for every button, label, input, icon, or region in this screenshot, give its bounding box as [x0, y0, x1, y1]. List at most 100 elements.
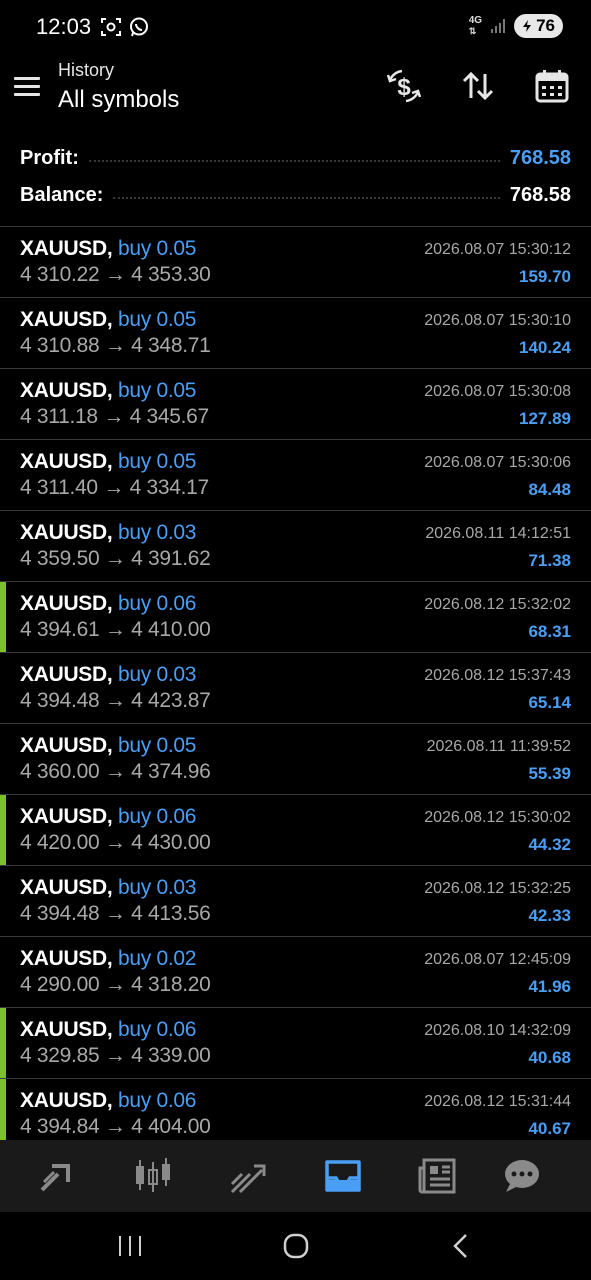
trade-prices: 4 290.00 → 4 318.20 [20, 973, 211, 997]
trade-row[interactable]: XAUUSD, buy 0.06 4 420.00 → 4 430.00 2026.… [0, 794, 591, 865]
trade-datetime: 2026.08.07 12:45:09 [424, 951, 571, 968]
trade-type: buy 0.05 [117, 450, 197, 473]
symbol-label: XAUUSD, [20, 450, 113, 473]
trade-row[interactable]: XAUUSD, buy 0.06 4 394.61 → 4 410.00 2026.… [0, 581, 591, 652]
trade-type: buy 0.06 [117, 592, 197, 615]
close-price: 4 353.30 [131, 263, 211, 286]
trade-profit: 140.24 [519, 338, 571, 357]
system-navigation-bar [0, 1212, 591, 1280]
trade-prices: 4 394.48 → 4 423.87 [20, 689, 211, 713]
trade-row[interactable]: XAUUSD, buy 0.03 4 359.50 → 4 391.62 2026.… [0, 510, 591, 581]
history-icon[interactable] [321, 1154, 365, 1198]
open-price: 4 310.88 [20, 334, 100, 357]
trade-type: buy 0.02 [117, 947, 197, 970]
symbol-label: XAUUSD, [20, 734, 113, 757]
trade-row[interactable]: XAUUSD, buy 0.05 4 310.22 → 4 353.30 2026.… [0, 226, 591, 297]
trade-prices: 4 311.18 → 4 345.67 [20, 405, 209, 429]
symbol-label: XAUUSD, [20, 379, 113, 402]
open-price: 4 394.48 [20, 902, 100, 925]
back-button[interactable] [442, 1230, 482, 1262]
recents-button[interactable] [110, 1230, 150, 1262]
open-price: 4 359.50 [20, 547, 100, 570]
trade-row[interactable]: XAUUSD, buy 0.03 4 394.48 → 4 423.87 2026.… [0, 652, 591, 723]
trade-icon[interactable] [226, 1154, 270, 1198]
arrow-right-icon: → [97, 476, 130, 499]
trade-prices: 4 329.85 → 4 339.00 [20, 1044, 211, 1068]
close-price: 4 413.56 [131, 902, 211, 925]
trade-profit: 65.14 [528, 693, 571, 712]
chart-icon[interactable] [131, 1154, 175, 1198]
symbol-label: XAUUSD, [20, 592, 113, 615]
arrow-right-icon: → [99, 831, 132, 854]
status-notification-icons [100, 16, 150, 38]
trade-datetime: 2026.08.12 15:37:43 [424, 667, 571, 684]
trade-prices: 4 359.50 → 4 391.62 [20, 547, 211, 571]
trade-symbol: XAUUSD, buy 0.05 [20, 450, 196, 474]
symbol-label: XAUUSD, [20, 947, 113, 970]
open-price: 4 394.48 [20, 689, 100, 712]
close-price: 4 318.20 [131, 973, 211, 996]
trade-row[interactable]: XAUUSD, buy 0.06 4 329.85 → 4 339.00 2026.… [0, 1007, 591, 1078]
open-price: 4 311.18 [20, 405, 98, 428]
dollar-refresh-icon[interactable]: $ [384, 66, 424, 106]
trade-symbol: XAUUSD, buy 0.05 [20, 734, 196, 758]
symbol-label: XAUUSD, [20, 308, 113, 331]
trade-prices: 4 310.88 → 4 348.71 [20, 334, 211, 358]
close-price: 4 339.00 [131, 1044, 211, 1067]
trade-type: buy 0.06 [117, 1018, 197, 1041]
open-price: 4 360.00 [20, 760, 100, 783]
trade-row[interactable]: XAUUSD, buy 0.05 4 360.00 → 4 374.96 2026.… [0, 723, 591, 794]
trade-row[interactable]: XAUUSD, buy 0.06 4 394.84 → 4 404.00 2026.… [0, 1078, 591, 1149]
battery-indicator: 76 [514, 14, 563, 38]
open-price: 4 394.61 [20, 618, 100, 641]
trade-symbol: XAUUSD, buy 0.06 [20, 592, 196, 616]
symbol-label: XAUUSD, [20, 1018, 113, 1041]
sort-icon[interactable] [458, 66, 498, 106]
trade-row[interactable]: XAUUSD, buy 0.02 4 290.00 → 4 318.20 2026.… [0, 936, 591, 1007]
quotes-icon[interactable] [36, 1154, 80, 1198]
close-price: 4 423.87 [131, 689, 211, 712]
trade-profit: 84.48 [528, 480, 571, 499]
dotted-leader [113, 197, 500, 199]
trade-profit: 71.38 [528, 551, 571, 570]
balance-label: Balance: [20, 183, 104, 206]
signal-icon [491, 19, 506, 33]
trade-profit: 42.33 [528, 906, 571, 925]
page-subtitle: History [58, 60, 115, 80]
open-price: 4 310.22 [20, 263, 100, 286]
close-price: 4 345.67 [129, 405, 210, 428]
trade-symbol: XAUUSD, buy 0.06 [20, 1089, 196, 1113]
svg-text:$: $ [397, 74, 411, 101]
trade-datetime: 2026.08.07 15:30:12 [424, 241, 571, 258]
trade-type: buy 0.03 [117, 521, 197, 544]
trade-datetime: 2026.08.10 14:32:09 [424, 1022, 571, 1039]
arrow-right-icon: → [99, 973, 132, 996]
trade-row[interactable]: XAUUSD, buy 0.05 4 310.88 → 4 348.71 2026.… [0, 297, 591, 368]
arrow-right-icon: → [99, 547, 132, 570]
page-title[interactable]: All symbols [58, 86, 179, 114]
trade-profit: 41.96 [528, 977, 571, 996]
trade-symbol: XAUUSD, buy 0.03 [20, 521, 196, 545]
trade-prices: 4 394.48 → 4 413.56 [20, 902, 211, 926]
trade-row[interactable]: XAUUSD, buy 0.05 4 311.40 → 4 334.17 2026.… [0, 439, 591, 510]
arrow-right-icon: → [99, 902, 132, 925]
trade-row[interactable]: XAUUSD, buy 0.05 4 311.18 → 4 345.67 2026.… [0, 368, 591, 439]
trade-row[interactable]: XAUUSD, buy 0.03 4 394.48 → 4 413.56 2026.… [0, 865, 591, 936]
account-summary: Profit: 768.58 Balance: 768.58 [0, 136, 591, 226]
calendar-icon[interactable] [532, 66, 572, 106]
profit-row: Profit: 768.58 [20, 143, 571, 173]
home-button[interactable] [276, 1230, 316, 1262]
trade-profit: 44.32 [528, 835, 571, 854]
trade-symbol: XAUUSD, buy 0.02 [20, 947, 196, 971]
close-price: 4 404.00 [131, 1115, 211, 1138]
menu-button[interactable] [14, 72, 44, 102]
trade-type: buy 0.06 [117, 1089, 197, 1112]
symbol-label: XAUUSD, [20, 521, 113, 544]
trade-profit: 159.70 [519, 267, 571, 286]
close-price: 4 334.17 [129, 476, 210, 499]
network-indicator: 4G ⇅ [468, 15, 483, 37]
chat-icon[interactable] [500, 1154, 544, 1198]
news-icon[interactable] [416, 1154, 460, 1198]
trade-history-list: XAUUSD, buy 0.05 4 310.22 → 4 353.30 2026.… [0, 226, 591, 1149]
arrow-right-icon: → [99, 760, 132, 783]
